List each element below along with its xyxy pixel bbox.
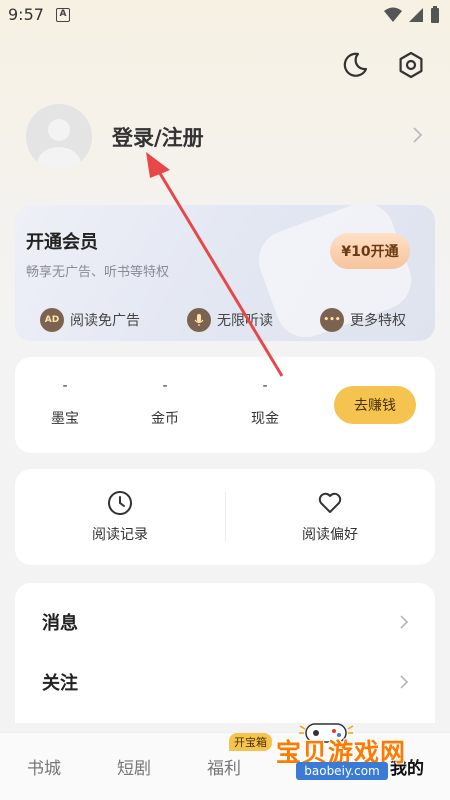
reading-history-button[interactable]: 阅读记录 bbox=[65, 490, 175, 544]
menu-item-follow[interactable]: 关注 bbox=[15, 652, 435, 712]
status-bar: 9:57 A bbox=[0, 0, 450, 32]
avatar[interactable] bbox=[26, 104, 92, 170]
more-dots-icon: ••• bbox=[320, 308, 344, 332]
vip-feature-more[interactable]: ••• 更多特权 bbox=[320, 308, 406, 332]
divider bbox=[225, 492, 226, 542]
moon-icon[interactable] bbox=[340, 50, 370, 80]
menu-item-messages[interactable]: 消息 bbox=[15, 592, 435, 652]
wallet-item-cash[interactable]: - 现金 bbox=[235, 378, 295, 428]
vip-feature-no-ads[interactable]: AD 阅读免广告 bbox=[40, 308, 140, 332]
watermark-url: baobeiy.com bbox=[296, 762, 388, 780]
nav-bookstore[interactable]: 书城 bbox=[27, 754, 61, 779]
earn-money-button[interactable]: 去赚钱 bbox=[334, 386, 416, 424]
wallet-label: 金币 bbox=[151, 411, 179, 427]
wallet-item-coins[interactable]: - 金币 bbox=[135, 378, 195, 428]
vip-feature-listen[interactable]: 无限听读 bbox=[187, 308, 273, 332]
status-time: 9:57 bbox=[8, 5, 44, 24]
settings-icon[interactable] bbox=[396, 50, 426, 80]
reading-label: 阅读记录 bbox=[92, 527, 148, 543]
wallet-item-mobao[interactable]: - 墨宝 bbox=[35, 378, 95, 428]
wallet-label: 墨宝 bbox=[51, 411, 79, 427]
vip-feature-label: 更多特权 bbox=[350, 313, 406, 329]
battery-icon bbox=[431, 6, 439, 23]
status-icons bbox=[384, 6, 440, 24]
heart-icon bbox=[318, 492, 342, 513]
notification-a-icon: A bbox=[56, 8, 70, 22]
login-register-link[interactable]: 登录/注册 bbox=[112, 122, 204, 152]
nav-welfare[interactable]: 福利 bbox=[207, 754, 241, 779]
wallet-label: 现金 bbox=[251, 411, 279, 427]
nav-short-drama[interactable]: 短剧 bbox=[117, 754, 151, 779]
treasure-box-badge: 开宝箱 bbox=[229, 733, 272, 751]
chevron-right-icon[interactable] bbox=[412, 126, 424, 144]
ad-icon: AD bbox=[40, 308, 64, 332]
chevron-right-icon bbox=[400, 615, 409, 629]
signal-icon bbox=[409, 8, 423, 22]
vip-title: 开通会员 bbox=[26, 232, 98, 253]
reading-preference-button[interactable]: 阅读偏好 bbox=[275, 490, 385, 544]
microphone-icon bbox=[187, 308, 211, 332]
clock-icon bbox=[108, 491, 132, 515]
menu-item-label: 关注 bbox=[42, 673, 78, 694]
vip-feature-label: 阅读免广告 bbox=[70, 313, 140, 329]
wallet-value: - bbox=[162, 378, 168, 394]
menu-item-label: 消息 bbox=[42, 613, 78, 634]
reading-label: 阅读偏好 bbox=[302, 527, 358, 543]
default-avatar-icon bbox=[37, 119, 81, 170]
wallet-value: - bbox=[262, 378, 268, 394]
wifi-icon bbox=[384, 7, 402, 22]
wallet-value: - bbox=[62, 378, 68, 394]
chevron-right-icon bbox=[400, 675, 409, 689]
vip-feature-label: 无限听读 bbox=[217, 313, 273, 329]
vip-subtitle: 畅享无广告、听书等特权 bbox=[26, 265, 170, 280]
vip-open-button[interactable]: ¥10开通 bbox=[330, 233, 410, 269]
